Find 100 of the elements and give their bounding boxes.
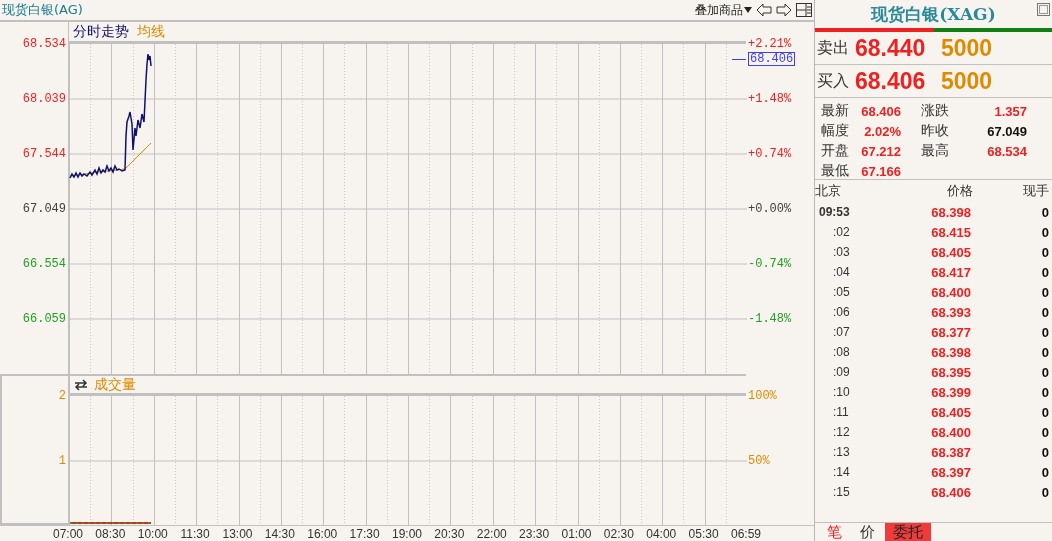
tick-volume: 0 [1040,224,1049,240]
window-title: 现货白银(AG) [2,1,83,19]
time-label: 07:00 [53,527,83,541]
tick-price: 68.417 [930,264,971,280]
tick-time: :05 [832,285,851,299]
tick-time: :04 [832,265,851,279]
tick-volume: 0 [1040,244,1049,260]
stat-label: 涨跌 [920,102,950,120]
stat-value: 2.02% [863,123,901,139]
time-label: 01:00 [561,527,592,541]
time-label: 06:59 [731,527,761,541]
price-label: 68.039 [22,92,66,106]
tick-volume: 0 [1040,484,1049,500]
tick-volume: 0 [1040,324,1049,340]
tick-price: 68.397 [930,464,971,480]
tick-volume: 0 [1040,404,1049,420]
time-label: 05:30 [688,527,719,541]
stat-value: 1.357 [993,103,1027,119]
volume-title: 成交量 [94,375,136,394]
price-label: 66.554 [22,257,66,271]
forward-arrow-icon[interactable] [776,3,792,17]
time-label: 02:30 [603,527,634,541]
time-label: 04:00 [646,527,677,541]
column-header: 北京 [815,182,842,200]
time-label: 10:00 [137,527,168,541]
tick-volume: 0 [1040,344,1049,360]
tick-time: :14 [832,465,851,479]
column-header: 价格 [946,182,973,200]
tick-time: :12 [832,425,851,439]
price-label: 66.059 [22,312,66,326]
tick-price: 68.395 [930,364,971,380]
time-label: 14:30 [264,527,295,541]
tick-price: 68.398 [930,204,971,220]
tick-price: 68.405 [930,404,971,420]
tick-time: :13 [832,445,851,459]
time-label: 11:30 [180,527,210,541]
order-volume: 5000 [941,34,993,62]
tick-price: 68.398 [930,344,971,360]
time-label: 17:30 [349,527,380,541]
tab[interactable]: 笔 [819,523,850,541]
time-label: 08:30 [95,527,126,541]
tick-price: 68.387 [930,444,971,460]
volume-percent-label: 100% [748,389,777,403]
tick-volume: 0 [1040,444,1049,460]
price-label: 67.049 [22,202,66,216]
tick-volume: 0 [1040,364,1049,380]
percent-label: +1.48% [748,92,792,106]
percent-label: +0.00% [748,202,792,216]
time-label: 23:30 [519,527,550,541]
last-price-tag: 68.406 [748,52,796,66]
percent-label: +2.21% [748,37,792,51]
stat-label: 最高 [920,142,950,160]
layout-icon[interactable] [796,3,812,17]
tick-time: :09 [832,365,851,379]
tick-time: :08 [832,345,851,359]
tick-price: 68.415 [930,224,971,240]
time-label: 13:00 [222,527,253,541]
column-header: 现手 [1022,182,1049,200]
tick-volume: 0 [1040,264,1049,280]
time-label: 22:00 [476,527,507,541]
stat-value: 67.049 [986,123,1027,139]
tick-volume: 0 [1040,284,1049,300]
stat-value: 68.534 [986,143,1027,159]
tick-price: 68.400 [930,284,971,300]
leader-line [732,59,746,60]
tick-price: 68.377 [930,324,971,340]
stat-value: 67.212 [860,143,901,159]
volume-label: 1 [58,454,66,468]
percent-label: -1.48% [748,312,792,326]
chart-tab[interactable]: 分时走势 [73,22,129,41]
tab[interactable]: 价 [852,523,883,541]
order-price: 68.406 [855,67,927,95]
tick-time: :10 [832,385,851,399]
tick-price: 68.400 [930,424,971,440]
tick-price: 68.406 [930,484,971,500]
tick-time: :11 [832,405,850,419]
percent-label: +0.74% [748,147,792,161]
tick-price: 68.393 [930,304,971,320]
tick-volume: 0 [1040,464,1049,480]
back-arrow-icon[interactable] [756,3,772,17]
stat-label: 最低 [821,162,850,180]
square-icon[interactable] [1037,3,1050,16]
tick-time: :07 [832,325,851,339]
stat-label: 昨收 [920,122,950,140]
tick-time: :03 [832,245,851,259]
stat-value: 68.406 [860,103,901,119]
tick-price: 68.405 [930,244,971,260]
price-label: 67.544 [22,147,66,161]
tab[interactable]: 委托 [885,523,931,541]
tick-volume: 0 [1040,384,1049,400]
stat-label: 最新 [821,102,850,120]
percent-label: -0.74% [748,257,792,271]
time-label: 16:00 [307,527,338,541]
swap-icon [74,378,88,391]
price-label: 68.534 [22,37,66,51]
order-label: 买入 [817,70,849,92]
overlay-menu[interactable]: 叠加商品 [695,1,752,19]
quote-title: 现货白银(XAG) [871,2,996,26]
volume-percent-label: 50% [748,454,770,468]
tick-volume: 0 [1040,304,1049,320]
